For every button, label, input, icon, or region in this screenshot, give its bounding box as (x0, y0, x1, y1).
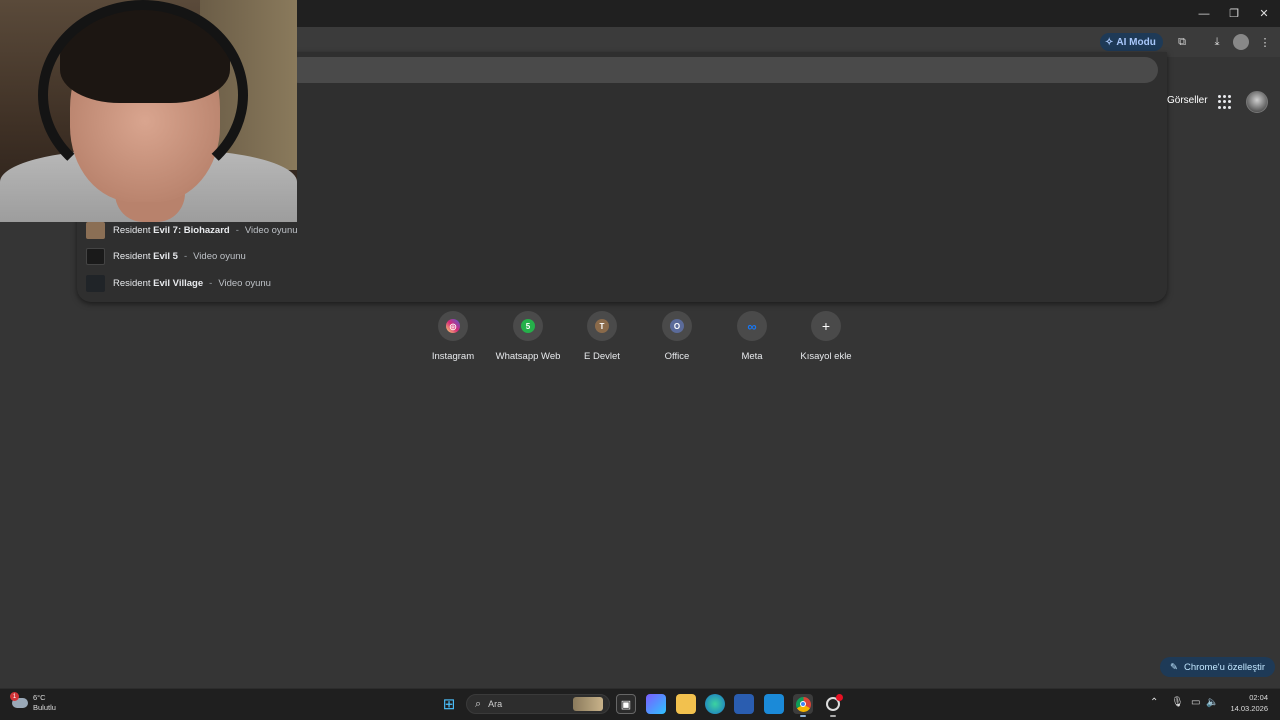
suggestion-item[interactable]: Resident Evil 7: Biohazard - Video oyunu (86, 220, 298, 240)
edge-icon[interactable] (705, 694, 725, 714)
suggestion-bold: Evil 7: Biohazard (153, 224, 230, 236)
suggestion-separator: - (235, 224, 239, 236)
weather-temp: 6°C (33, 693, 46, 702)
apps-grid-icon[interactable] (1218, 95, 1232, 109)
minimize-button[interactable]: — (1188, 0, 1220, 27)
chrome-active-indicator (800, 715, 806, 717)
search-placeholder: Ara (488, 699, 503, 709)
shortcut-add[interactable]: + Kısayol ekle (790, 311, 862, 362)
weather-widget[interactable]: 1 6°C Bulutlu (10, 692, 56, 713)
weather-desc: Bulutlu (33, 703, 56, 712)
shortcut-label: Instagram (431, 351, 475, 362)
store-icon[interactable] (734, 694, 754, 714)
file-explorer-icon[interactable] (676, 694, 696, 714)
profile-avatar[interactable] (1233, 34, 1249, 50)
suggestion-bold: Evil 5 (153, 250, 178, 262)
search-input[interactable] (286, 57, 1158, 83)
taskbar (0, 688, 1280, 720)
shortcut-label: Kısayol ekle (800, 351, 852, 362)
shortcut-label: Whatsapp Web (495, 351, 561, 362)
microphone-icon[interactable]: 🎙 (1171, 697, 1184, 708)
ai-mode-label: AI Modu (1116, 36, 1156, 48)
account-avatar[interactable] (1246, 91, 1268, 113)
system-clock[interactable]: 02:04 14.03.2026 (1222, 692, 1268, 714)
outlook-icon[interactable] (764, 694, 784, 714)
chrome-icon[interactable] (793, 694, 813, 714)
clock-time: 02:04 (1249, 693, 1268, 702)
suggestion-prefix: Resident (113, 277, 151, 289)
shortcut-edevlet[interactable]: T E Devlet (566, 311, 638, 362)
clock-date: 14.03.2026 (1230, 704, 1268, 713)
task-view-icon[interactable]: ▣ (616, 694, 636, 714)
suggestion-separator: - (183, 250, 188, 262)
customize-chrome-button[interactable]: ✎ Chrome'u özelleştir (1160, 657, 1275, 677)
obs-active-indicator (830, 715, 836, 717)
copilot-app-icon[interactable] (646, 694, 666, 714)
shortcut-label: Office (664, 351, 690, 362)
suggestion-thumbnail (86, 274, 105, 292)
plus-icon: + (821, 318, 831, 334)
menu-kebab-icon[interactable]: ⋮ (1257, 34, 1273, 50)
shortcut-label: Meta (741, 351, 763, 362)
suggestion-prefix: Resident (113, 250, 151, 262)
instagram-icon: ◎ (446, 319, 460, 333)
cloud-icon: 1 (10, 692, 28, 708)
suggestion-type: Video oyunu (244, 224, 298, 236)
shortcut-office[interactable]: O Office (641, 311, 713, 362)
webcam-overlay (0, 0, 297, 222)
ai-mode-button[interactable]: ✧ AI Modu (1100, 33, 1163, 51)
whatsapp-icon: 5 (521, 319, 535, 333)
suggestion-bold: Evil Village (153, 277, 204, 289)
shortcut-label: E Devlet (584, 351, 620, 362)
extensions-icon[interactable]: ⧉ (1174, 34, 1190, 50)
notification-badge: 1 (10, 692, 19, 701)
restore-button[interactable]: ❐ (1218, 0, 1250, 27)
ai-search-icon: ✧ (1105, 36, 1114, 48)
obs-icon[interactable] (823, 694, 843, 714)
suggestion-item[interactable]: Resident Evil Village - Video oyunu (86, 273, 271, 293)
edevlet-icon: T (595, 319, 609, 333)
suggestion-type: Video oyunu (218, 277, 271, 289)
images-link[interactable]: Görseller (1167, 95, 1208, 106)
search-highlight-image (573, 697, 603, 711)
shortcut-meta[interactable]: ∞ Meta (716, 311, 788, 362)
customize-label: Chrome'u özelleştir (1183, 661, 1265, 673)
suggestion-item[interactable]: Resident Evil 5 - Video oyunu (86, 246, 246, 266)
chevron-up-icon[interactable]: ⌃ (1150, 697, 1158, 708)
suggestion-thumbnail (86, 221, 105, 239)
pencil-icon: ✎ (1170, 661, 1178, 673)
office-icon: O (670, 319, 684, 333)
suggestion-type: Video oyunu (193, 250, 246, 262)
suggestion-prefix: Resident (113, 224, 151, 236)
close-button[interactable]: ✕ (1248, 0, 1280, 27)
download-icon[interactable]: ⤓ (1209, 34, 1225, 50)
suggestion-thumbnail (86, 247, 105, 265)
meta-icon: ∞ (747, 318, 757, 334)
volume-icon[interactable]: 🔈 (1206, 697, 1218, 708)
taskbar-search[interactable]: ⌕ Ara (466, 694, 610, 714)
windows-start-icon[interactable]: ⊞ (439, 694, 459, 714)
network-icon[interactable]: ▭ (1191, 697, 1200, 708)
search-icon: ⌕ (475, 697, 482, 710)
shortcut-instagram[interactable]: ◎ Instagram (417, 311, 489, 362)
suggestion-separator: - (209, 277, 213, 289)
shortcut-whatsapp[interactable]: 5 Whatsapp Web (492, 311, 564, 362)
